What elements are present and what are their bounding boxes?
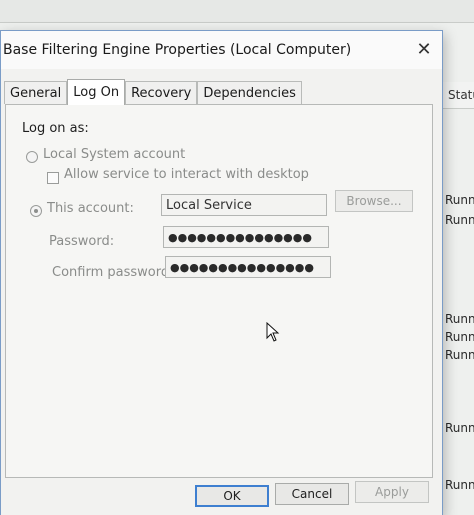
dialog-title: Base Filtering Engine Properties (Local …	[3, 42, 352, 58]
log-on-panel: Log on as: Local System account Allow se…	[5, 104, 433, 478]
interact-desktop-label: Allow service to interact with desktop	[64, 167, 309, 182]
tab-dependencies[interactable]: Dependencies	[197, 81, 302, 104]
service-status-cell: Runni	[445, 330, 474, 344]
local-system-radio[interactable]	[26, 151, 38, 163]
status-column-header[interactable]: Statu	[441, 82, 474, 109]
close-icon[interactable]: ✕	[411, 38, 437, 62]
tab-log-on[interactable]: Log On	[67, 79, 126, 105]
services-toolbar	[0, 0, 474, 23]
password-input[interactable]: ●●●●●●●●●●●●●●●	[163, 226, 329, 248]
cancel-button[interactable]: Cancel	[275, 483, 349, 505]
screen: v p g g s. Statu Runn Runn Runn Runni Ru…	[0, 0, 474, 515]
mouse-pointer-icon	[266, 322, 280, 342]
browse-button[interactable]: Browse...	[335, 190, 413, 212]
ok-button[interactable]: OK	[195, 485, 269, 507]
password-label: Password:	[49, 234, 115, 249]
service-status-cell: Runni	[445, 478, 474, 492]
apply-button[interactable]: Apply	[355, 481, 429, 503]
service-status-cell: Runn	[445, 193, 474, 207]
tab-strip: General Log On Recovery Dependencies	[4, 79, 302, 105]
interact-desktop-checkbox[interactable]	[47, 172, 59, 184]
tab-recovery[interactable]: Recovery	[125, 81, 198, 104]
service-status-cell: Runni	[445, 421, 474, 435]
this-account-label: This account:	[47, 201, 134, 216]
tab-general[interactable]: General	[4, 81, 68, 104]
this-account-radio[interactable]	[30, 205, 42, 217]
confirm-password-input[interactable]: ●●●●●●●●●●●●●●●	[165, 256, 331, 278]
service-status-cell: Runn	[445, 213, 474, 227]
service-status-cell: Runni	[445, 348, 474, 362]
log-on-as-label: Log on as:	[22, 121, 89, 136]
properties-dialog: Base Filtering Engine Properties (Local …	[0, 30, 443, 515]
dialog-titlebar[interactable]: Base Filtering Engine Properties (Local …	[1, 31, 442, 69]
service-status-cell: Runn	[445, 312, 474, 326]
account-input[interactable]: Local Service	[161, 194, 327, 216]
confirm-password-label: Confirm password:	[52, 265, 174, 280]
local-system-label: Local System account	[43, 147, 186, 162]
